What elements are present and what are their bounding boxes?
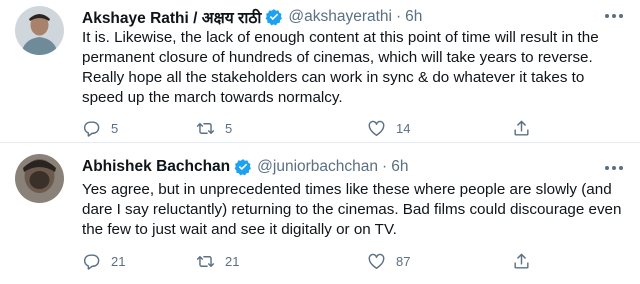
retweet-icon — [196, 256, 215, 267]
reply-icon — [83, 254, 100, 270]
tweet-text: It is. Likewise, the lack of enough cont… — [82, 29, 599, 106]
user-handle[interactable]: @akshayerathi — [288, 8, 392, 26]
more-icon[interactable] — [604, 162, 624, 174]
like-button[interactable]: 87 — [367, 252, 410, 271]
display-name[interactable]: Abhishek Bachchan — [82, 158, 230, 176]
share-icon — [514, 120, 529, 136]
like-icon — [368, 253, 385, 269]
tweet[interactable]: Akshaye Rathi / अक्षय राठी @akshayerathi… — [0, 0, 640, 143]
reply-button[interactable]: 21 — [82, 252, 125, 271]
tweet[interactable]: Abhishek Bachchan @juniorbachchan · 6h Y… — [0, 144, 640, 284]
retweet-count: 21 — [225, 254, 240, 269]
verified-badge-icon — [266, 9, 283, 26]
reply-button[interactable]: 5 — [82, 119, 118, 138]
retweet-icon — [196, 123, 215, 134]
avatar[interactable] — [15, 6, 64, 55]
separator: · — [396, 8, 402, 25]
display-name[interactable]: Akshaye Rathi / अक्षय राठी — [82, 6, 261, 28]
separator: · — [382, 158, 388, 175]
retweet-button[interactable]: 21 — [196, 252, 239, 271]
avatar[interactable] — [15, 154, 64, 203]
share-button[interactable] — [512, 252, 531, 271]
share-icon — [514, 253, 529, 269]
like-button[interactable]: 14 — [367, 119, 410, 138]
tweet-actions: 5 5 14 — [82, 119, 542, 141]
tweet-header: Abhishek Bachchan @juniorbachchan · 6h — [82, 158, 408, 176]
verified-badge-icon — [234, 159, 252, 176]
retweet-button[interactable]: 5 — [196, 119, 232, 138]
like-count: 87 — [396, 254, 411, 269]
share-button[interactable] — [512, 119, 531, 138]
timestamp[interactable]: 6h — [405, 8, 422, 26]
tweet-text: Yes agree, but in unprecedented times li… — [82, 181, 622, 238]
reply-count: 5 — [111, 121, 119, 136]
reply-count: 21 — [111, 254, 126, 269]
tweet-actions: 21 21 87 — [82, 252, 542, 274]
more-icon[interactable] — [604, 10, 624, 22]
tweet-header: Akshaye Rathi / अक्षय राठी @akshayerathi… — [82, 6, 422, 28]
timestamp[interactable]: 6h — [391, 158, 408, 176]
like-count: 14 — [396, 121, 411, 136]
reply-icon — [83, 121, 100, 137]
retweet-count: 5 — [225, 121, 233, 136]
user-handle[interactable]: @juniorbachchan — [257, 158, 378, 176]
like-icon — [368, 120, 385, 136]
